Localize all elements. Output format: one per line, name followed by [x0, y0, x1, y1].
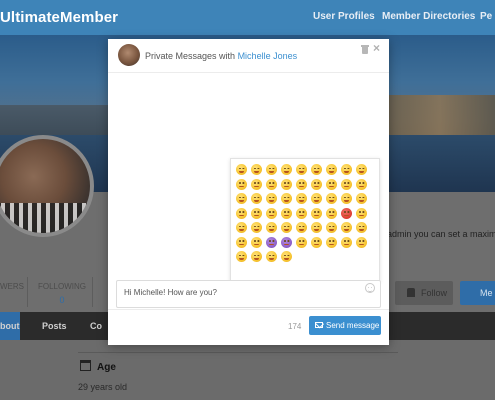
recipient-link[interactable]: Michelle Jones	[238, 51, 298, 61]
field-label-age: Age	[97, 362, 116, 373]
emoji-icon[interactable]	[251, 251, 262, 262]
emoji-icon[interactable]	[311, 207, 322, 219]
stat-following[interactable]: FOLLOWING 0	[38, 282, 86, 305]
emoji-icon[interactable]	[356, 207, 367, 219]
emoji-icon[interactable]	[356, 178, 367, 190]
emoji-icon[interactable]	[311, 222, 322, 233]
close-icon[interactable]: ×	[373, 42, 380, 54]
emoji-icon[interactable]	[341, 193, 352, 204]
profile-bio: admin you can set a maxim	[387, 229, 495, 239]
emoji-icon[interactable]	[281, 178, 292, 190]
emoji-icon[interactable]	[311, 164, 322, 175]
stat-followers[interactable]: WERS	[0, 282, 24, 295]
modal-title: Private Messages with Michelle Jones	[145, 51, 298, 61]
nav-member-directories[interactable]: Member Directories	[382, 11, 475, 22]
modal-header: Private Messages with Michelle Jones ×	[108, 39, 389, 73]
emoji-icon[interactable]	[326, 164, 337, 175]
tab-about[interactable]: bout	[0, 312, 20, 340]
emoji-icon[interactable]	[281, 222, 292, 233]
emoji-icon[interactable]	[356, 222, 367, 233]
tab-posts[interactable]: Posts	[42, 321, 67, 331]
emoji-icon[interactable]	[281, 164, 292, 175]
emoji-icon[interactable]	[236, 193, 247, 204]
emoji-icon[interactable]	[326, 178, 337, 190]
char-counter: 174	[288, 322, 302, 331]
emoji-icon[interactable]	[311, 178, 322, 190]
emoji-icon[interactable]	[296, 193, 307, 204]
emoji-icon[interactable]	[236, 164, 247, 175]
emoji-icon[interactable]	[236, 222, 247, 233]
emoji-icon[interactable]	[236, 178, 247, 190]
emoji-icon[interactable]	[281, 236, 292, 248]
emoji-icon[interactable]	[296, 222, 307, 233]
emoji-icon[interactable]	[311, 236, 322, 248]
emoji-icon[interactable]	[296, 178, 307, 190]
emoji-icon[interactable]	[251, 164, 262, 175]
emoji-icon[interactable]	[251, 178, 262, 190]
emoji-icon[interactable]	[281, 251, 292, 262]
trash-icon[interactable]	[361, 45, 369, 54]
emoji-icon[interactable]	[251, 236, 262, 248]
emoji-icon[interactable]	[326, 236, 337, 248]
emoji-icon[interactable]	[341, 207, 352, 219]
emoji-icon[interactable]	[266, 193, 277, 204]
profile-content	[0, 340, 495, 400]
emoji-icon[interactable]	[266, 178, 277, 190]
site-header: UltimateMember User Profiles Member Dire…	[0, 0, 495, 35]
emoji-icon[interactable]	[251, 193, 262, 204]
message-input[interactable]: Hi Michelle! How are you?	[116, 280, 381, 308]
emoji-icon[interactable]	[341, 236, 352, 248]
emoji-icon[interactable]	[356, 164, 367, 175]
nav-user-profiles[interactable]: User Profiles	[313, 11, 375, 22]
emoji-icon[interactable]	[281, 207, 292, 219]
private-message-modal: Private Messages with Michelle Jones × H…	[108, 39, 389, 345]
emoji-icon[interactable]	[326, 207, 337, 219]
emoji-icon[interactable]	[266, 236, 277, 248]
emoji-icon[interactable]	[281, 193, 292, 204]
message-button[interactable]: Me	[460, 281, 495, 305]
site-logo[interactable]: UltimateMember	[0, 9, 118, 26]
send-message-button[interactable]: Send message	[309, 316, 381, 335]
emoji-icon[interactable]	[296, 207, 307, 219]
recipient-avatar	[118, 44, 140, 66]
emoji-icon[interactable]	[236, 207, 247, 219]
emoji-icon[interactable]	[266, 207, 277, 219]
calendar-icon	[80, 360, 91, 371]
emoji-icon[interactable]	[236, 236, 247, 248]
emoji-icon[interactable]	[326, 193, 337, 204]
emoji-icon[interactable]	[341, 222, 352, 233]
emoji-icon[interactable]	[266, 222, 277, 233]
emoji-icon[interactable]	[356, 193, 367, 204]
field-value-age: 29 years old	[78, 382, 128, 392]
emoji-icon[interactable]	[296, 164, 307, 175]
emoji-icon[interactable]	[341, 178, 352, 190]
emoji-icon[interactable]	[311, 193, 322, 204]
emoji-picker	[230, 158, 380, 282]
nav-more[interactable]: Pe	[480, 11, 492, 22]
emoji-icon[interactable]	[341, 164, 352, 175]
emoji-icon[interactable]	[266, 164, 277, 175]
emoji-icon[interactable]	[356, 236, 367, 248]
emoji-icon[interactable]	[266, 251, 277, 262]
emoji-icon[interactable]	[326, 222, 337, 233]
emoji-icon[interactable]	[251, 207, 262, 219]
profile-avatar	[0, 135, 94, 237]
envelope-icon	[315, 322, 323, 328]
emoji-icon[interactable]	[296, 236, 307, 248]
emoji-toggle-icon[interactable]	[365, 283, 375, 293]
follow-button[interactable]: Follow	[395, 281, 453, 305]
emoji-icon[interactable]	[251, 222, 262, 233]
tab-comments[interactable]: Co	[90, 321, 102, 331]
emoji-icon[interactable]	[236, 251, 247, 262]
